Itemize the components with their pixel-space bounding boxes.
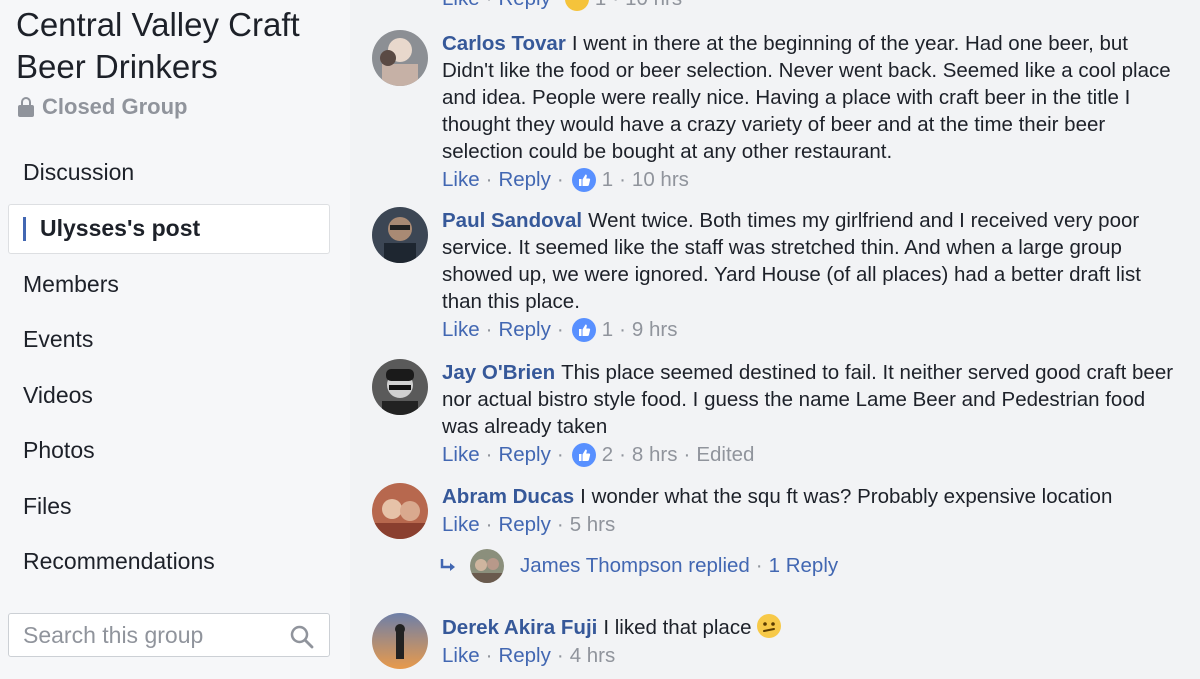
avatar[interactable]	[372, 483, 428, 539]
timestamp[interactable]: 9 hrs	[632, 315, 678, 345]
comment-author[interactable]: Derek Akira Fuji	[442, 616, 597, 639]
reply-thread[interactable]: James Thompson replied · 1 Reply	[438, 549, 838, 583]
avatar[interactable]	[372, 30, 428, 86]
comment-list: Like· Reply 1· 10 hrs Carlos TovarI went…	[350, 0, 1200, 679]
nav-files[interactable]: Files	[8, 479, 330, 535]
comment-actions: Like · Reply · 1 · 9 hrs	[442, 315, 1182, 345]
group-search	[8, 613, 330, 657]
comment-author[interactable]: Abram Ducas	[442, 485, 574, 508]
timestamp[interactable]: 5 hrs	[570, 510, 616, 540]
active-indicator	[23, 216, 26, 241]
comment-author[interactable]: Paul Sandoval	[442, 209, 582, 232]
reply-arrow-icon	[440, 559, 455, 571]
like-link[interactable]: Like	[442, 315, 480, 345]
reaction-count: 2	[601, 443, 614, 466]
avatar[interactable]	[372, 207, 428, 263]
comment-text: I liked that place	[603, 616, 752, 639]
like-link[interactable]: Like	[442, 0, 480, 14]
nav-label: Events	[23, 326, 94, 353]
reaction-count: 1	[601, 318, 614, 341]
reaction-count: 1	[601, 168, 614, 191]
timestamp[interactable]: 10 hrs	[632, 165, 689, 195]
confused-emoji-icon	[756, 614, 781, 638]
nav-label: Recommendations	[23, 548, 215, 575]
comment-actions: Like · Reply · 5 hrs	[442, 510, 1182, 540]
comment-actions: Like · Reply · 1 · 10 hrs	[442, 165, 1182, 195]
like-reaction-icon[interactable]	[571, 168, 596, 192]
avatar[interactable]	[372, 613, 428, 669]
nav-discussion[interactable]: Discussion	[8, 145, 330, 201]
reaction-count: 1	[595, 0, 606, 14]
nav-recommendations[interactable]: Recommendations	[8, 534, 330, 590]
like-reaction-icon[interactable]	[571, 318, 596, 342]
nav-label: Photos	[23, 437, 95, 464]
reply-link[interactable]: Reply	[498, 0, 550, 14]
timestamp[interactable]: 8 hrs	[632, 440, 678, 470]
like-link[interactable]: Like	[442, 510, 480, 540]
timestamp[interactable]: 4 hrs	[570, 641, 616, 671]
reply-link[interactable]: Reply	[498, 510, 550, 540]
comment-actions: Like · Reply · 4 hrs	[442, 641, 1182, 671]
reply-count[interactable]: 1 Reply	[769, 554, 839, 578]
nav-label: Videos	[23, 381, 93, 408]
nav-label: Discussion	[23, 159, 135, 186]
sad-reaction-icon[interactable]	[564, 0, 589, 11]
nav-label: Members	[23, 270, 119, 297]
comment-actions: Like · Reply · 2 · 8 hrs · Edited	[442, 440, 1182, 470]
avatar[interactable]	[372, 359, 428, 415]
group-title[interactable]: Central Valley Craft Beer Drinkers	[16, 4, 336, 88]
search-icon[interactable]	[289, 624, 315, 650]
nav-ulysses-post[interactable]: Ulysses's post	[8, 203, 330, 254]
comment-author[interactable]: Carlos Tovar	[442, 32, 566, 55]
reply-link[interactable]: Reply	[498, 440, 550, 470]
nav-label: Ulysses's post	[40, 215, 201, 241]
comment-actions: Like· Reply 1· 10 hrs	[442, 0, 1182, 14]
reply-link[interactable]: Reply	[498, 315, 550, 345]
like-link[interactable]: Like	[442, 440, 480, 470]
like-link[interactable]: Like	[442, 641, 480, 671]
nav-photos[interactable]: Photos	[8, 423, 330, 479]
reply-link[interactable]: Reply	[498, 641, 550, 671]
like-reaction-icon[interactable]	[571, 443, 596, 467]
nav-videos[interactable]: Videos	[8, 368, 330, 424]
nav-members[interactable]: Members	[8, 257, 330, 313]
nav-events[interactable]: Events	[8, 312, 330, 368]
reply-summary[interactable]: James Thompson replied	[520, 554, 750, 578]
group-sidebar: Central Valley Craft Beer Drinkers Close…	[0, 0, 350, 679]
reply-link[interactable]: Reply	[498, 165, 550, 195]
lock-icon	[18, 97, 34, 117]
comment-author[interactable]: Jay O'Brien	[442, 361, 555, 384]
group-nav: Discussion Ulysses's post Members Events…	[8, 145, 330, 590]
timestamp[interactable]: 10 hrs	[625, 0, 682, 14]
group-privacy: Closed Group	[18, 94, 187, 120]
search-input[interactable]	[23, 621, 273, 649]
nav-label: Files	[23, 492, 72, 519]
comment-text: I wonder what the squ ft was? Probably e…	[580, 485, 1113, 508]
like-link[interactable]: Like	[442, 165, 480, 195]
avatar[interactable]	[470, 549, 504, 583]
privacy-label: Closed Group	[42, 94, 188, 119]
edited-label[interactable]: Edited	[696, 440, 754, 470]
